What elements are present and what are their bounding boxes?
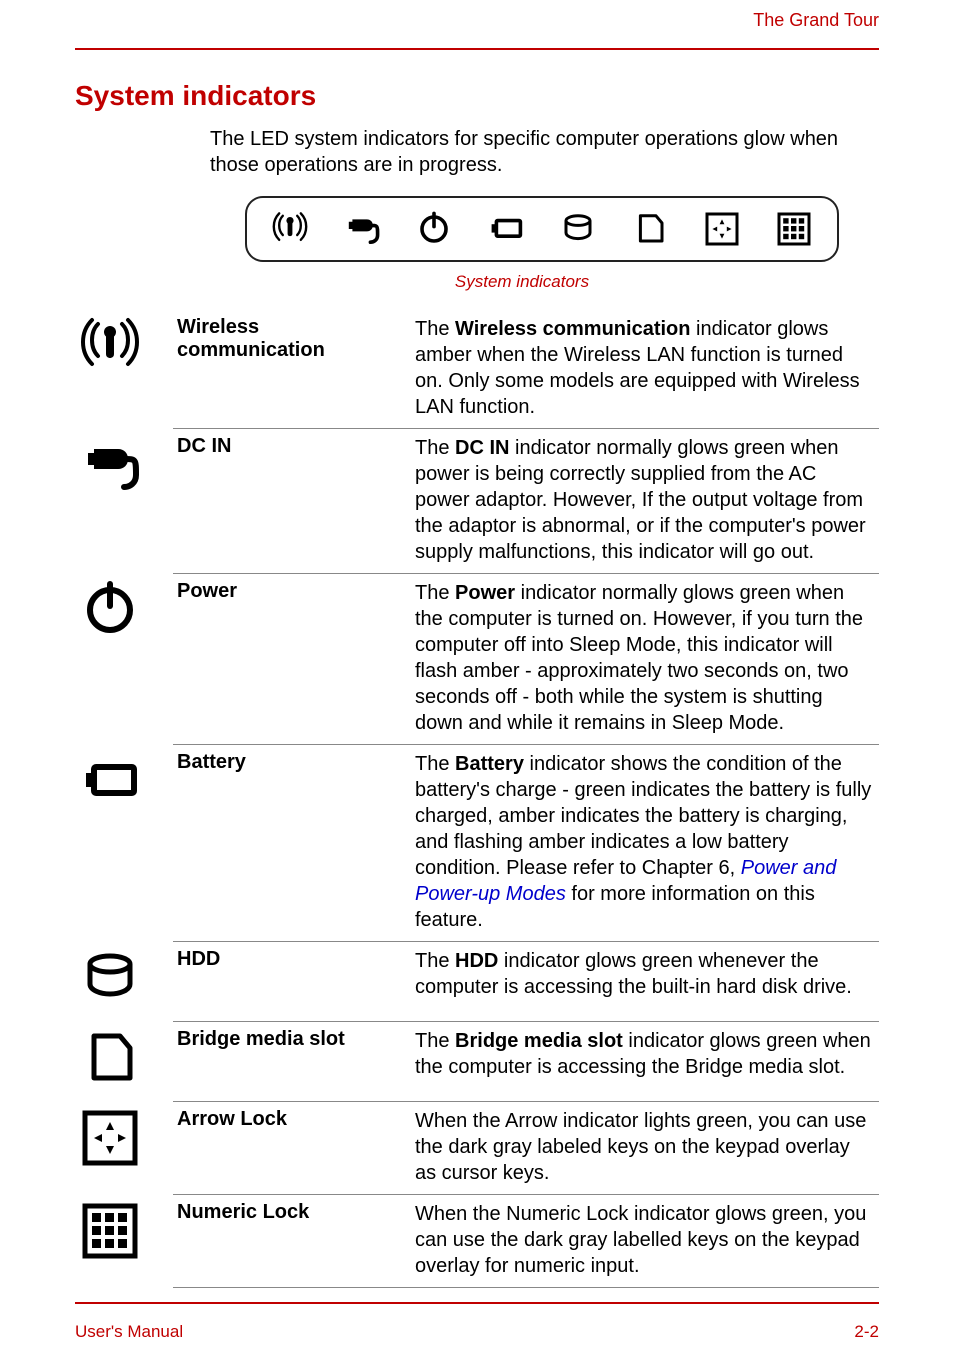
table-row: Arrow Lock When the Arrow indicator ligh… xyxy=(75,1102,879,1195)
table-row: Power The Power indicator normally glows… xyxy=(75,574,879,745)
indicator-strip xyxy=(245,196,839,262)
row-label: Arrow Lock xyxy=(173,1102,411,1195)
row-label: Power xyxy=(173,574,411,745)
wireless-icon xyxy=(79,316,141,376)
table-row: Bridge media slot The Bridge media slot … xyxy=(75,1022,879,1102)
row-description: When the Numeric Lock indicator glows gr… xyxy=(411,1195,879,1288)
battery-icon xyxy=(487,210,525,248)
row-description: The Battery indicator shows the conditio… xyxy=(411,745,879,942)
indicator-strip-container xyxy=(245,196,839,262)
row-icon-cell xyxy=(75,429,173,574)
table-row: HDD The HDD indicator glows green whenev… xyxy=(75,942,879,1022)
row-icon-cell xyxy=(75,1022,173,1102)
row-icon-cell xyxy=(75,942,173,1022)
footer-page-number: 2-2 xyxy=(854,1322,879,1342)
page: The Grand Tour System indicators The LED… xyxy=(0,0,954,1352)
dc-in-icon xyxy=(343,210,381,248)
arrow-lock-icon xyxy=(79,1108,141,1168)
header-chapter-title: The Grand Tour xyxy=(753,10,879,31)
power-icon xyxy=(415,210,453,248)
row-label: Bridge media slot xyxy=(173,1022,411,1102)
footer-left: User's Manual xyxy=(75,1322,183,1342)
row-description: The DC IN indicator normally glows green… xyxy=(411,429,879,574)
row-description: The HDD indicator glows green whenever t… xyxy=(411,942,879,1022)
row-icon-cell xyxy=(75,310,173,429)
footer-divider xyxy=(75,1302,879,1304)
row-description: The Wireless communication indicator glo… xyxy=(411,310,879,429)
section-intro: The LED system indicators for specific c… xyxy=(210,126,879,178)
table-row: Numeric Lock When the Numeric Lock indic… xyxy=(75,1195,879,1288)
header-divider xyxy=(75,48,879,50)
row-icon-cell xyxy=(75,1195,173,1288)
row-description: The Power indicator normally glows green… xyxy=(411,574,879,745)
row-icon-cell xyxy=(75,1102,173,1195)
table-row: Battery The Battery indicator shows the … xyxy=(75,745,879,942)
row-label: Battery xyxy=(173,745,411,942)
table-row: Wireless communication The Wireless comm… xyxy=(75,310,879,429)
bridge-media-icon xyxy=(631,210,669,248)
row-label: Wireless communication xyxy=(173,310,411,429)
figure-caption: System indicators xyxy=(165,272,879,292)
numeric-lock-icon xyxy=(775,210,813,248)
row-icon-cell xyxy=(75,574,173,745)
wireless-icon xyxy=(271,210,309,248)
numeric-lock-icon xyxy=(79,1201,141,1261)
row-description: The Bridge media slot indicator glows gr… xyxy=(411,1022,879,1102)
table-row: DC IN The DC IN indicator normally glows… xyxy=(75,429,879,574)
row-icon-cell xyxy=(75,745,173,942)
row-label: DC IN xyxy=(173,429,411,574)
section-title: System indicators xyxy=(75,80,879,112)
dc-in-icon xyxy=(79,435,141,495)
arrow-lock-icon xyxy=(703,210,741,248)
battery-icon xyxy=(79,751,141,811)
row-description: When the Arrow indicator lights green, y… xyxy=(411,1102,879,1195)
row-label: HDD xyxy=(173,942,411,1022)
power-icon xyxy=(79,580,141,640)
row-label: Numeric Lock xyxy=(173,1195,411,1288)
indicator-table: Wireless communication The Wireless comm… xyxy=(75,310,879,1288)
hdd-icon xyxy=(559,210,597,248)
bridge-media-icon xyxy=(79,1028,141,1088)
hdd-icon xyxy=(79,948,141,1008)
